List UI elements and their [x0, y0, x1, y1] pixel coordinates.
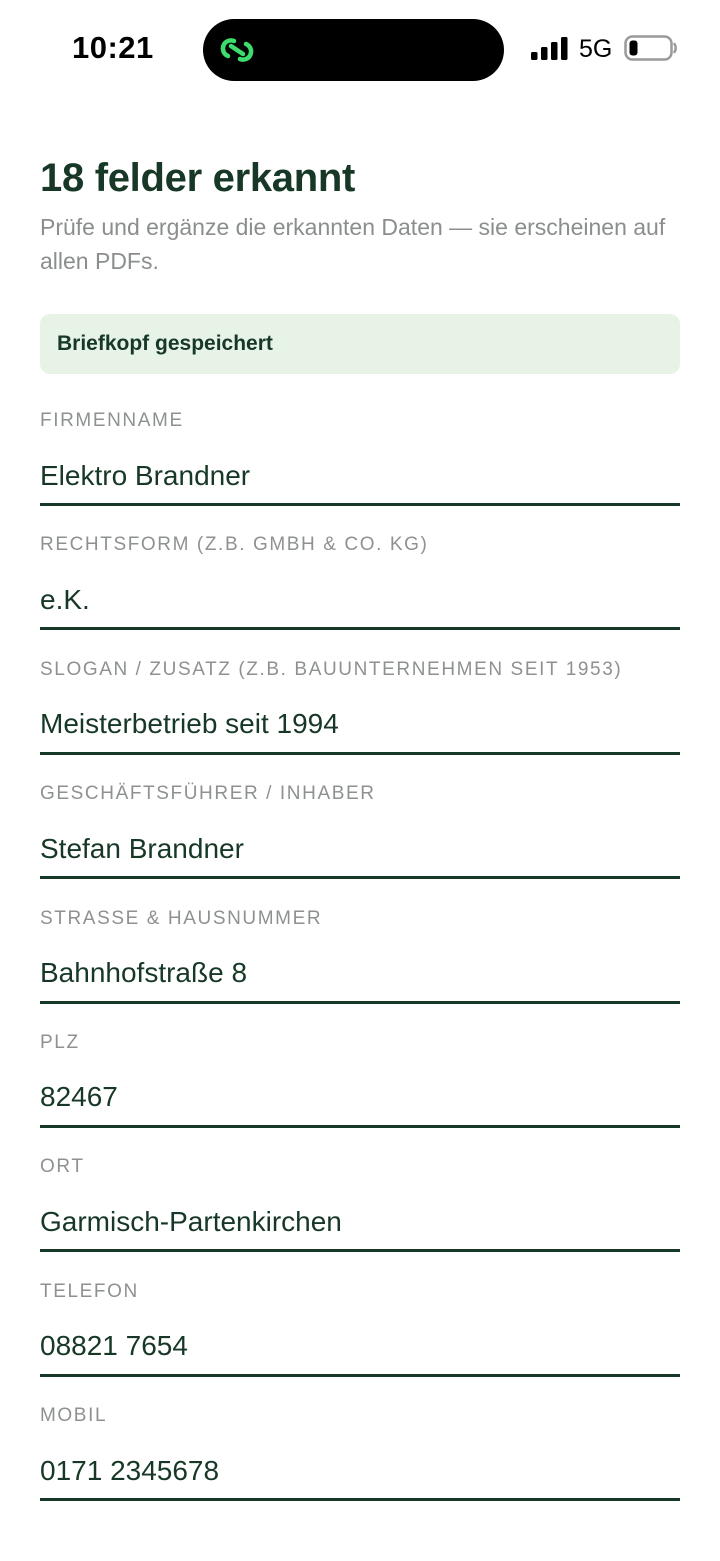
field-label: PLZ	[40, 1031, 80, 1053]
field-label: TELEFON	[40, 1280, 139, 1302]
field-street: STRASSE & HAUSNUMMER	[40, 906, 680, 1030]
slogan-input[interactable]	[40, 696, 680, 755]
legal-form-input[interactable]	[40, 572, 680, 631]
field-label: GESCHÄFTSFÜHRER / INHABER	[40, 783, 376, 805]
city-input[interactable]	[40, 1194, 680, 1253]
dynamic-island	[203, 19, 504, 81]
field-list: FIRMENNAME RECHTSFORM (Z.B. GMBH & CO. K…	[40, 408, 680, 1528]
postal-code-input[interactable]	[40, 1069, 680, 1128]
field-slogan: SLOGAN / ZUSATZ (Z.B. BAUUNTERNEHMEN SEI…	[40, 657, 680, 781]
field-phone: TELEFON	[40, 1279, 680, 1403]
page-subtitle: Prüfe und ergänze die erkannten Daten — …	[40, 214, 666, 274]
link-app-icon	[220, 38, 254, 62]
phone-input[interactable]	[40, 1318, 680, 1377]
saved-banner-text: Briefkopf gespeichert	[57, 332, 273, 355]
field-company-name: FIRMENNAME	[40, 408, 680, 532]
battery-icon	[624, 35, 677, 61]
field-label: RECHTSFORM (Z.B. GMBH & CO. KG)	[40, 534, 429, 556]
saved-banner: Briefkopf gespeichert	[40, 314, 680, 374]
field-postal-code: PLZ	[40, 1030, 680, 1154]
field-city: ORT	[40, 1154, 680, 1278]
status-bar: 10:21 5G	[0, 0, 720, 100]
street-input[interactable]	[40, 945, 680, 1004]
field-label: STRASSE & HAUSNUMMER	[40, 907, 323, 929]
status-time: 10:21	[72, 30, 154, 65]
form-content: 18 felder erkannt Prüfe und ergänze die …	[40, 150, 680, 1528]
network-type-label: 5G	[579, 35, 613, 63]
managing-director-input[interactable]	[40, 821, 680, 880]
field-managing-director: GESCHÄFTSFÜHRER / INHABER	[40, 781, 680, 905]
company-name-input[interactable]	[40, 448, 680, 506]
mobile-input[interactable]	[40, 1443, 680, 1502]
field-mobile: MOBIL	[40, 1403, 680, 1527]
field-label: FIRMENNAME	[40, 410, 184, 431]
field-label: SLOGAN / ZUSATZ (Z.B. BAUUNTERNEHMEN SEI…	[40, 658, 623, 680]
field-legal-form: RECHTSFORM (Z.B. GMBH & CO. KG)	[40, 532, 680, 656]
field-label: MOBIL	[40, 1405, 108, 1427]
field-label: ORT	[40, 1156, 85, 1178]
page-title: 18 felder erkannt	[40, 156, 356, 200]
cellular-signal-icon	[531, 37, 568, 60]
